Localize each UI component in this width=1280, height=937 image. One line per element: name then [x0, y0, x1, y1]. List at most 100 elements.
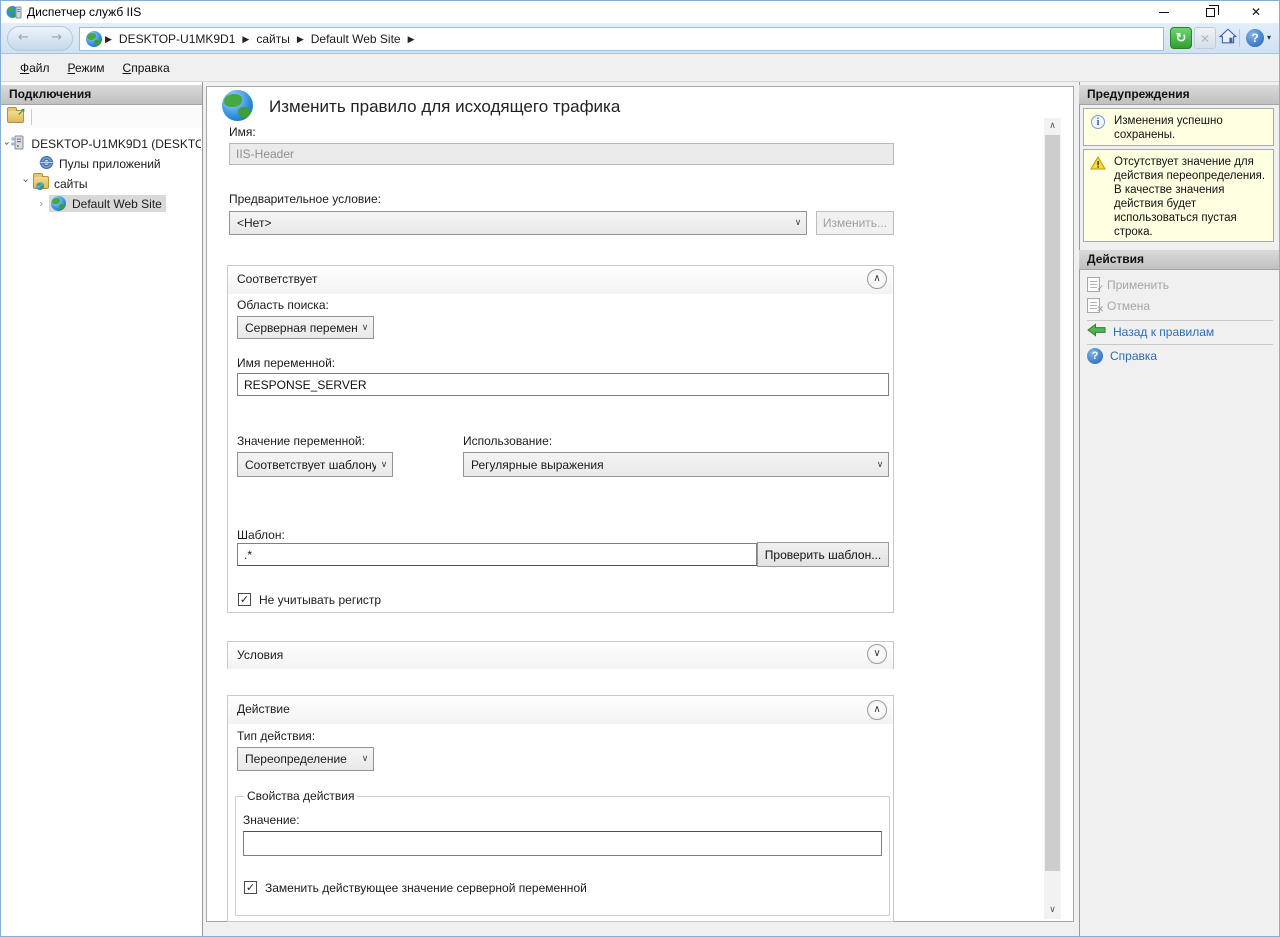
actions-header: Действия	[1079, 250, 1280, 270]
app-icon	[6, 4, 22, 20]
back-to-rules-action[interactable]: Назад к правилам	[1087, 323, 1214, 340]
back-arrow-icon	[1087, 323, 1106, 340]
ignore-case-checkbox[interactable]: ✓	[238, 593, 251, 606]
selected-tree-item[interactable]: Default Web Site	[49, 195, 166, 212]
chevron-right-icon[interactable]: ›	[39, 197, 49, 210]
precondition-label: Предварительное условие:	[229, 192, 381, 206]
edit-precondition-button[interactable]: Изменить...	[816, 211, 894, 235]
site-globe-icon	[51, 196, 66, 211]
precondition-select[interactable]: <Нет> ∨	[229, 211, 807, 235]
replace-value-checkbox[interactable]: ✓	[244, 881, 257, 894]
warning-icon	[1090, 156, 1106, 173]
variable-name-input[interactable]	[237, 373, 889, 396]
breadcrumb: ▶ DESKTOP-U1MK9D1 ▶ сайты ▶ Default Web …	[79, 27, 1164, 51]
usage-select[interactable]: Регулярные выражения ∨	[463, 452, 889, 477]
match-section-header[interactable]	[228, 266, 893, 294]
scope-select[interactable]: Серверная переменн ∨	[237, 316, 374, 339]
chevron-down-icon: ∨	[357, 754, 373, 764]
variable-value-value: Соответствует шаблону	[238, 458, 376, 472]
collapse-icon[interactable]: ∧	[867, 700, 887, 720]
back-icon[interactable]: ←	[18, 30, 29, 45]
scope-value: Серверная переменн	[238, 321, 357, 335]
variable-value-select[interactable]: Соответствует шаблону ∨	[237, 452, 393, 477]
apply-icon: ✓	[1087, 277, 1100, 292]
menu-file[interactable]: Файл	[11, 55, 59, 81]
actions-divider	[1087, 344, 1273, 345]
tree-item-label: Пулы приложений	[59, 157, 161, 171]
restore-button[interactable]	[1187, 1, 1233, 23]
menu-view[interactable]: Режим	[59, 55, 114, 81]
apply-action[interactable]: ✓ Применить	[1087, 277, 1169, 292]
action-section-header[interactable]	[228, 696, 893, 724]
nav-cloud: ← →	[7, 26, 73, 51]
feature-globe-icon	[222, 90, 253, 121]
menu-help[interactable]: Справка	[114, 55, 179, 81]
connections-header: Подключения	[1, 85, 202, 105]
toolbar-separator	[31, 109, 32, 125]
chevron-down-icon: ∨	[790, 218, 806, 228]
cancel-action[interactable]: ✕ Отмена	[1087, 298, 1150, 313]
conditions-section-title: Условия	[237, 648, 283, 662]
variable-name-label: Имя переменной:	[237, 356, 335, 370]
minimize-button[interactable]	[1141, 1, 1187, 23]
action-type-label: Тип действия:	[237, 729, 315, 743]
stop-icon: ✕	[1194, 27, 1216, 49]
tree-item-server[interactable]: › DESKTOP-U1MK9D1 (DESKTOP	[5, 134, 201, 153]
tree-item-app-pools[interactable]: Пулы приложений	[37, 154, 161, 173]
expand-icon[interactable]: ∨	[867, 644, 887, 664]
scroll-up-icon[interactable]: ∧	[1044, 118, 1061, 135]
menu-bar: Файл Режим Справка	[1, 54, 1279, 82]
window-title: Диспетчер служб IIS	[27, 5, 141, 19]
alerts-header: Предупреждения	[1079, 85, 1280, 105]
refresh-icon[interactable]: ↻	[1170, 27, 1192, 49]
test-pattern-button[interactable]: Проверить шаблон...	[757, 542, 889, 567]
actions-divider	[1087, 320, 1273, 321]
main-scrollbar[interactable]: ∧ ∨	[1044, 118, 1061, 919]
match-section-title: Соответствует	[237, 272, 317, 286]
home-icon[interactable]	[1217, 27, 1239, 49]
help-action[interactable]: ? Справка	[1087, 348, 1157, 364]
info-icon: i	[1091, 115, 1105, 129]
name-input[interactable]	[229, 143, 894, 165]
help-icon[interactable]: ?	[1244, 27, 1266, 49]
connections-panel: Подключения ➚ › DESKTOP-U1MK9D1 (DESKTOP…	[1, 82, 203, 937]
scroll-down-icon[interactable]: ∨	[1044, 902, 1061, 919]
forward-icon[interactable]: →	[51, 30, 62, 45]
pattern-input[interactable]	[237, 543, 757, 566]
breadcrumb-sites[interactable]: сайты	[252, 32, 294, 46]
save-connection-icon[interactable]: ➚	[7, 110, 24, 126]
sites-folder-icon	[33, 176, 49, 191]
tree-item-label: Default Web Site	[72, 197, 162, 211]
precondition-value: <Нет>	[230, 216, 790, 230]
warning-notice-text: Отсутствует значение для действия переоп…	[1114, 155, 1269, 239]
replace-value-label: Заменить действующее значение серверной …	[265, 881, 587, 895]
action-type-select[interactable]: Переопределение ∨	[237, 747, 374, 771]
collapse-icon[interactable]: ∧	[867, 269, 887, 289]
tree-item-sites[interactable]: › сайты	[21, 174, 88, 193]
help-icon: ?	[1087, 348, 1103, 364]
cancel-icon: ✕	[1087, 298, 1100, 313]
pattern-label: Шаблон:	[237, 528, 285, 542]
ignore-case-label: Не учитывать регистр	[259, 593, 381, 607]
globe-icon	[86, 31, 102, 47]
scrollbar-thumb[interactable]	[1045, 135, 1060, 871]
help-label: Справка	[1110, 349, 1157, 363]
close-button[interactable]: ✕	[1233, 1, 1279, 23]
breadcrumb-separator: ▶	[239, 34, 252, 45]
breadcrumb-default-web-site[interactable]: Default Web Site	[307, 32, 405, 46]
warning-notice: Отсутствует значение для действия переоп…	[1083, 149, 1274, 242]
cancel-label: Отмена	[1107, 299, 1150, 313]
chevron-down-icon: ∨	[357, 323, 373, 333]
page-title: Изменить правило для исходящего трафика	[269, 97, 620, 117]
usage-label: Использование:	[463, 434, 552, 448]
conditions-section-header[interactable]	[228, 642, 893, 669]
apply-label: Применить	[1107, 278, 1169, 292]
title-bar: Диспетчер служб IIS ✕	[1, 1, 1279, 23]
action-type-value: Переопределение	[238, 752, 357, 766]
chevron-down-icon[interactable]: ›	[20, 179, 33, 189]
chevron-down-icon[interactable]: ›	[5, 141, 14, 145]
action-value-input[interactable]	[243, 831, 882, 856]
breadcrumb-server[interactable]: DESKTOP-U1MK9D1	[115, 32, 239, 46]
tree-item-default-web-site[interactable]: › Default Web Site	[39, 194, 166, 213]
help-dropdown-icon[interactable]: ▾	[1267, 33, 1271, 42]
